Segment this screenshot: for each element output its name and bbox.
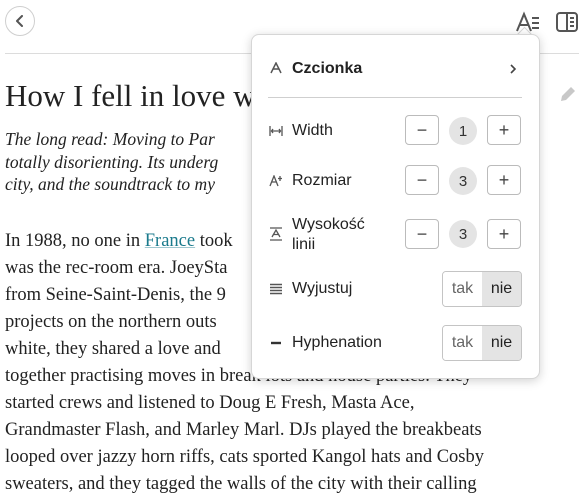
- line-height-label-line1: Wysokość: [292, 216, 365, 233]
- width-increase-button[interactable]: +: [487, 115, 521, 145]
- body-line: started crews and listened to Doug E Fre…: [5, 393, 415, 413]
- line-height-decrease-button[interactable]: −: [405, 219, 439, 249]
- width-row: Width − 1 +: [252, 115, 539, 147]
- width-value: 1: [449, 117, 477, 145]
- reader-layout-icon: [556, 12, 578, 32]
- body-line: looped over jazzy horn riffs, cats sport…: [5, 447, 485, 467]
- edit-button[interactable]: [558, 84, 578, 109]
- body-text-segment: In 1988, no one in: [5, 231, 145, 251]
- justify-toggle[interactable]: tak nie: [442, 271, 522, 307]
- hyphenation-icon: [269, 336, 283, 350]
- font-label: Czcionka: [292, 60, 363, 77]
- size-increase-button[interactable]: +: [487, 165, 521, 195]
- line-height-icon: [269, 227, 283, 241]
- france-link[interactable]: France: [145, 231, 195, 251]
- line-height-label-line2: linii: [292, 236, 316, 253]
- width-icon: [269, 124, 283, 138]
- reader-layout-button[interactable]: [555, 10, 579, 34]
- text-settings-popover: Czcionka Width − 1 + Rozmiar − 3 + Wysok…: [251, 34, 540, 379]
- hyphenation-yes-option[interactable]: tak: [443, 326, 482, 360]
- font-row[interactable]: Czcionka: [252, 35, 539, 97]
- hyphenation-no-option[interactable]: nie: [482, 326, 521, 360]
- chevron-left-icon: [16, 15, 23, 27]
- hyphenation-row: Hyphenation tak nie: [252, 325, 539, 361]
- font-icon: [269, 61, 283, 75]
- popover-separator: [268, 97, 522, 98]
- justify-label: Wyjustuj: [292, 280, 353, 297]
- justify-yes-option[interactable]: tak: [443, 272, 482, 306]
- back-button[interactable]: [5, 6, 35, 36]
- justify-icon: [269, 282, 283, 296]
- justify-row: Wyjustuj tak nie: [252, 271, 539, 307]
- width-decrease-button[interactable]: −: [405, 115, 439, 145]
- chevron-right-icon: [508, 62, 518, 80]
- line-height-label: Wysokość linii: [292, 215, 365, 255]
- size-icon: [269, 174, 283, 188]
- pencil-icon: [561, 87, 575, 101]
- size-row: Rozmiar − 3 +: [252, 165, 539, 197]
- hyphenation-toggle[interactable]: tak nie: [442, 325, 522, 361]
- line-height-increase-button[interactable]: +: [487, 219, 521, 249]
- line-height-value: 3: [449, 220, 477, 248]
- hyphenation-label: Hyphenation: [292, 334, 382, 351]
- size-label: Rozmiar: [292, 172, 352, 189]
- width-label: Width: [292, 122, 333, 139]
- body-line: Grandmaster Flash, and Marley Marl. DJs …: [5, 420, 482, 440]
- size-decrease-button[interactable]: −: [405, 165, 439, 195]
- justify-no-option[interactable]: nie: [482, 272, 521, 306]
- size-value: 3: [449, 167, 477, 195]
- line-height-row: Wysokość linii − 3 +: [252, 213, 539, 257]
